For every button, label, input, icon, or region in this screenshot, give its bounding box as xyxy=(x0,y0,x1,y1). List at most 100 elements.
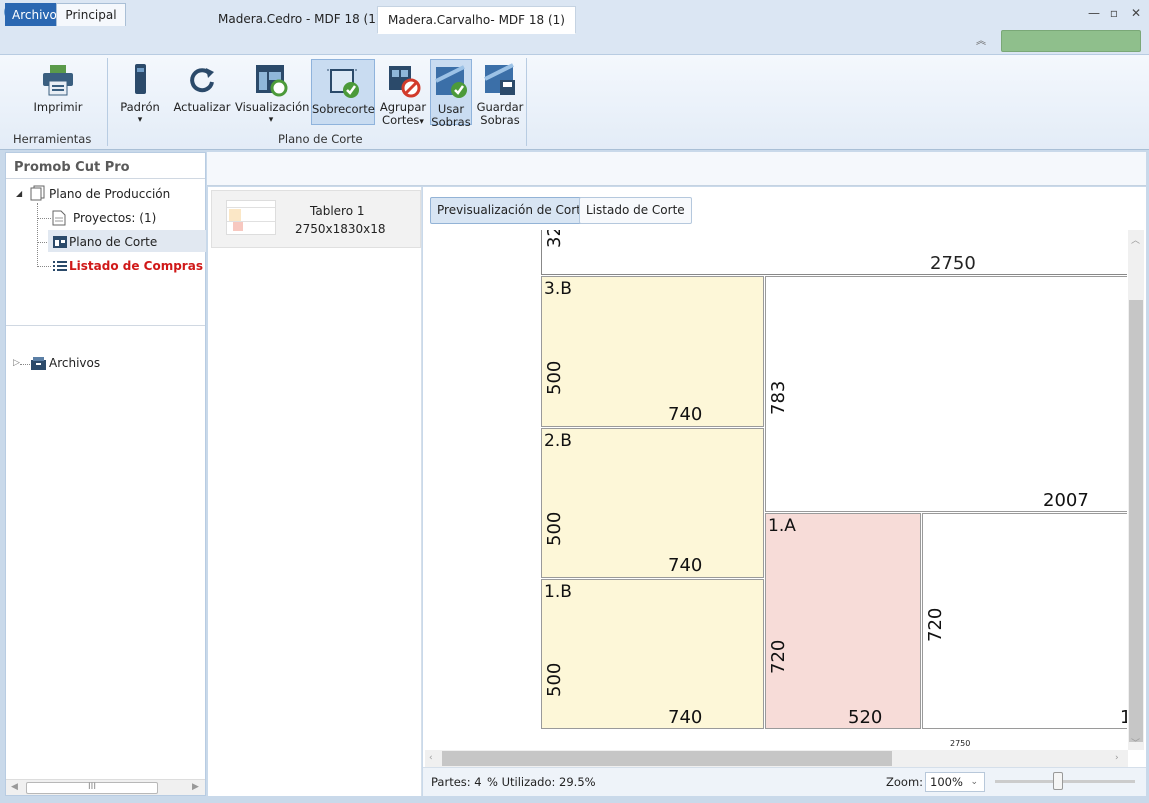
scroll-down-icon[interactable]: ﹀ xyxy=(1131,736,1140,749)
piece-height: 783 xyxy=(768,380,789,415)
print-button[interactable]: Imprimir xyxy=(30,58,86,114)
scroll-right-icon[interactable]: › xyxy=(1115,753,1119,763)
list-icon xyxy=(52,259,68,276)
guardar-sobras-button[interactable]: Guardar Sobras xyxy=(476,58,524,127)
scroll-up-icon[interactable]: ︿ xyxy=(1131,233,1140,246)
padron-button[interactable]: Padrón ▾ xyxy=(117,58,163,127)
restore-button[interactable]: ▫ xyxy=(1107,6,1121,20)
zoom-slider-track[interactable] xyxy=(995,780,1135,783)
piece-label: 3.B xyxy=(544,279,572,299)
tree-item-listado-compras[interactable]: Listado de Compras xyxy=(69,259,203,273)
agrupar-icon xyxy=(385,62,421,98)
actualizar-button[interactable]: Actualizar xyxy=(173,58,231,114)
usar-label-2: Sobras xyxy=(431,115,471,129)
remnant-top[interactable]: 783 2007 xyxy=(765,276,1127,512)
print-label: Imprimir xyxy=(33,100,83,114)
parts-count: Partes: 4 xyxy=(431,775,482,789)
piece-2b[interactable]: 2.B 500 740 xyxy=(541,428,764,578)
usar-sobras-icon xyxy=(433,64,469,100)
preview-cut-button[interactable]: Previsualización de Corte xyxy=(430,197,596,224)
tab-madera-cedro[interactable]: Madera.Cedro - MDF 18 (1) xyxy=(208,6,391,34)
piece-1a[interactable]: 1.A 720 520 xyxy=(765,513,921,729)
piece-width: 740 xyxy=(668,404,703,425)
piece-height: 500 xyxy=(544,511,565,546)
minimize-button[interactable]: — xyxy=(1087,6,1101,20)
remnant-bottom[interactable]: 720 1 xyxy=(922,513,1127,729)
agrupar-cortes-button[interactable]: Agrupar Cortes▾ xyxy=(379,58,427,129)
zoom-select[interactable]: 100% ⌄ xyxy=(925,772,985,792)
piece-width: 520 xyxy=(848,707,883,728)
board-thumbnail xyxy=(226,200,276,235)
tree-line xyxy=(20,364,30,365)
tree-item-plano-produccion[interactable]: Plano de Producción xyxy=(49,187,170,201)
board-width-label: 2750 xyxy=(930,253,976,274)
piece-3b[interactable]: 3.B 500 740 xyxy=(541,276,764,427)
guardar-sobras-icon xyxy=(482,62,518,98)
group-label-plano-de-corte: Plano de Corte xyxy=(278,132,363,146)
tree-item-archivos[interactable]: Archivos xyxy=(49,356,100,370)
usage-percent: % Utilizado: 29.5% xyxy=(487,775,596,789)
tree-line xyxy=(37,203,38,267)
printer-icon xyxy=(40,62,76,98)
documents-icon xyxy=(30,185,46,204)
scroll-left-icon[interactable]: ‹ xyxy=(429,753,433,763)
divider xyxy=(6,325,205,326)
tree-item-proyectos[interactable]: Proyectos: (1) xyxy=(73,211,156,225)
board-list xyxy=(208,187,422,796)
sobrecorte-label: Sobrecorte xyxy=(312,102,375,116)
tab-principal[interactable]: Principal xyxy=(56,3,126,26)
sobrecorte-button[interactable]: Sobrecorte xyxy=(311,59,375,125)
visualizacion-icon xyxy=(253,62,289,98)
piece-height: 720 xyxy=(768,639,789,674)
top-clipped-dimension: 32 xyxy=(544,230,565,248)
document-icon xyxy=(52,210,66,229)
visualizacion-button[interactable]: Visualización ▾ xyxy=(235,58,310,127)
divider xyxy=(6,178,205,179)
zoom-value: 100% xyxy=(930,775,963,789)
tree-line xyxy=(37,266,51,267)
zoom-slider-thumb[interactable] xyxy=(1053,772,1063,790)
padron-icon xyxy=(122,62,158,98)
zoom-label: Zoom: xyxy=(886,775,924,789)
collapse-ribbon-button[interactable]: ︽ xyxy=(976,32,986,47)
piece-label: 1.A xyxy=(768,516,796,536)
chevron-down-icon: ▾ xyxy=(268,115,274,125)
scroll-left-icon[interactable]: ◀ xyxy=(11,782,18,792)
visualizacion-label: Visualización xyxy=(235,100,310,114)
chevron-down-icon: ▾ xyxy=(137,115,143,125)
piece-width: 2007 xyxy=(1043,490,1089,511)
board-size: 2750x1830x18 xyxy=(295,222,386,236)
plano-corte-icon xyxy=(52,235,68,252)
close-button[interactable]: ✕ xyxy=(1129,6,1143,20)
piece-height: 500 xyxy=(544,662,565,697)
bottom-ruler-label: 2750 xyxy=(950,739,971,748)
left-horizontal-scrollbar[interactable]: ◀ III ▶ xyxy=(6,779,205,795)
ribbon-divider xyxy=(526,58,527,146)
usar-sobras-button[interactable]: Usar Sobras xyxy=(430,59,472,129)
tree-item-plano-corte[interactable]: Plano de Corte xyxy=(69,235,157,249)
ribbon-divider xyxy=(107,58,108,146)
cut-list-button[interactable]: Listado de Corte xyxy=(579,197,692,224)
tree-expand-icon[interactable]: ◢ xyxy=(16,189,22,198)
tab-madera-carvalho[interactable]: Madera.Carvalho- MDF 18 (1) xyxy=(377,6,576,34)
board-edge xyxy=(541,230,542,275)
piece-height: 500 xyxy=(544,360,565,395)
sobrecorte-icon xyxy=(325,64,361,100)
board-top-line xyxy=(541,274,1127,275)
piece-label: 2.B xyxy=(544,431,572,451)
padron-label: Padrón xyxy=(120,100,160,114)
tree-collapsed-icon[interactable]: ▷ xyxy=(13,358,20,368)
scrollbar-thumb[interactable]: III xyxy=(26,782,158,794)
panel-title: Promob Cut Pro xyxy=(14,160,130,175)
board-name: Tablero 1 xyxy=(310,204,365,218)
cut-plan-canvas[interactable]: 32 2750 3.B 500 740 2.B 500 740 1.B 500 … xyxy=(541,230,1127,730)
scroll-right-icon[interactable]: ▶ xyxy=(192,782,199,792)
agrupar-label-2: Cortes▾ xyxy=(382,113,424,128)
actualizar-label: Actualizar xyxy=(173,100,231,114)
piece-1b[interactable]: 1.B 500 740 xyxy=(541,579,764,729)
vertical-scroll-thumb[interactable] xyxy=(1129,300,1143,742)
horizontal-scroll-thumb[interactable] xyxy=(442,751,892,766)
document-tab-strip xyxy=(207,152,1146,186)
piece-width: 740 xyxy=(668,555,703,576)
refresh-icon xyxy=(184,62,220,98)
